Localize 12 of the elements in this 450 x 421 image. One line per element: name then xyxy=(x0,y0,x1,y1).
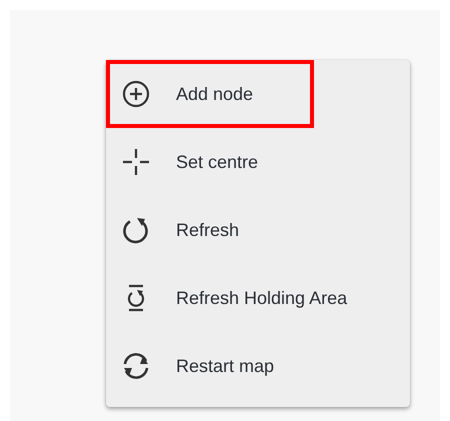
menu-item[interactable]: Refresh xyxy=(106,196,410,264)
menu-item[interactable]: Refresh Holding Area xyxy=(106,264,410,332)
menu-item-label: Refresh Holding Area xyxy=(176,288,348,308)
menu-item-label: Add node xyxy=(176,84,254,104)
crosshair-icon xyxy=(120,146,152,178)
menu-item-label: Refresh xyxy=(176,220,240,240)
menu-item-label: Set centre xyxy=(176,152,258,172)
menu-item[interactable]: Add node xyxy=(106,60,314,128)
menu-item[interactable]: Restart map xyxy=(106,332,410,400)
menu-item[interactable]: Set centre xyxy=(106,128,410,196)
plus-circle-icon xyxy=(120,78,152,110)
menu-item-label: Restart map xyxy=(176,356,274,376)
